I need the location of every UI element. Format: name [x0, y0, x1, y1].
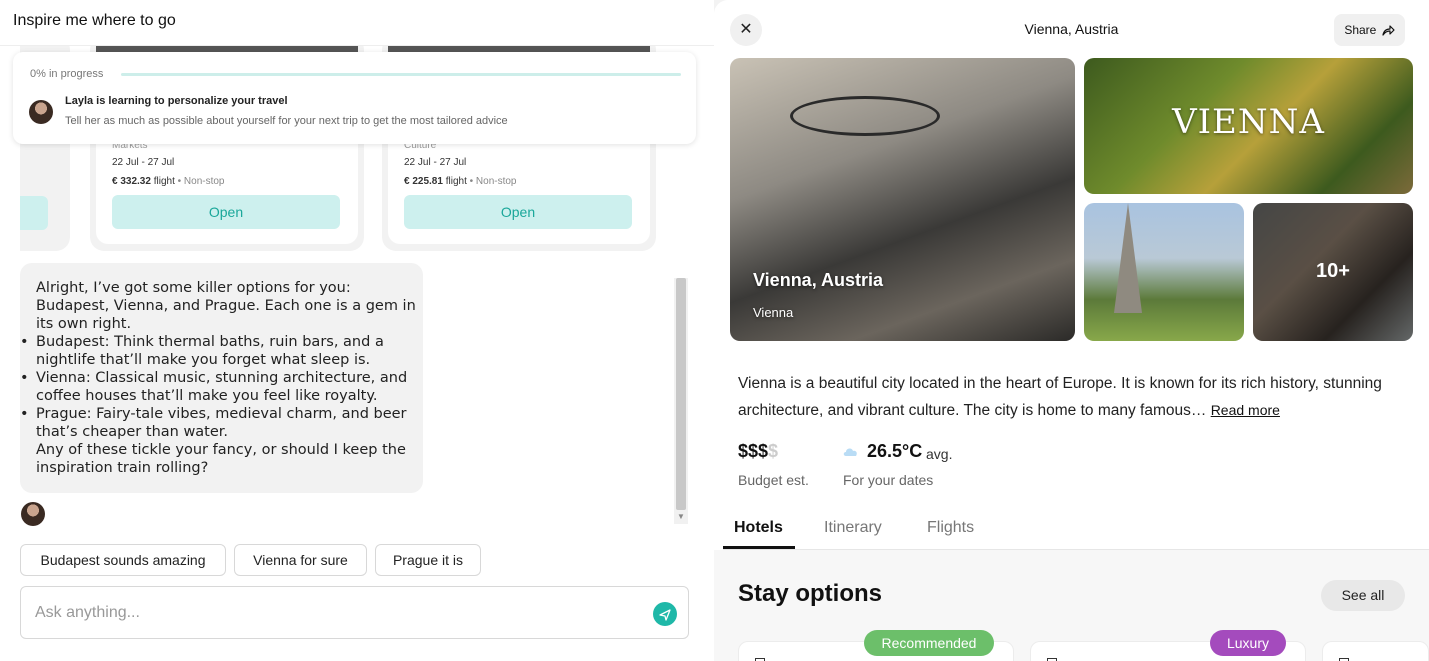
send-button[interactable]	[653, 602, 677, 626]
list-item: Prague: Fairy-tale vibes, medieval charm…	[20, 405, 416, 441]
list-item: Budapest: Think thermal baths, ruin bars…	[20, 333, 416, 369]
gallery-photo[interactable]: VIENNA	[1084, 58, 1413, 194]
assistant-message: Alright, I’ve got some killer options fo…	[20, 263, 423, 493]
more-photos-tile[interactable]: 10+	[1253, 203, 1413, 341]
tab-itinerary[interactable]: Itinerary	[824, 519, 882, 537]
hero-subtitle: Vienna	[753, 305, 794, 320]
suggestion-chip-vienna[interactable]: Vienna for sure	[234, 544, 367, 576]
message-list: Budapest: Think thermal baths, ruin bars…	[20, 333, 416, 441]
suggestion-chip-budapest[interactable]: Budapest sounds amazing	[20, 544, 226, 576]
open-button[interactable]: Open	[404, 195, 632, 229]
card-dates: 22 Jul - 27 Jul	[404, 157, 467, 168]
stay-options-title: Stay options	[738, 580, 883, 607]
send-icon	[659, 609, 671, 621]
temperature-unit: avg.	[926, 446, 953, 462]
chat-scrollbar[interactable]: ▼	[674, 278, 688, 524]
scrollbar-thumb[interactable]	[676, 278, 686, 510]
tab-flights[interactable]: Flights	[927, 519, 974, 537]
gallery-photo[interactable]	[1084, 203, 1244, 341]
detail-tabs: Hotels Itinerary Flights	[723, 506, 1429, 550]
message-intro: Alright, I’ve got some killer options fo…	[36, 280, 416, 332]
panel-title: Vienna, Austria	[1024, 21, 1119, 37]
tab-hotels[interactable]: Hotels	[734, 519, 783, 537]
badge-luxury: Luxury	[1210, 630, 1286, 656]
more-photos-count: 10+	[1316, 260, 1350, 282]
hero-photo[interactable]: Vienna, Austria Vienna	[730, 58, 1075, 341]
destination-detail-panel: Vienna, Austria ✕ Share Vienna, Austria …	[714, 0, 1429, 661]
destination-description: Vienna is a beautiful city located in th…	[738, 375, 1382, 419]
page-title: Inspire me where to go	[13, 12, 176, 29]
progress-title: Layla is learning to personalize your tr…	[65, 95, 288, 107]
budget-value: $$$$	[738, 441, 779, 461]
card-dates: 22 Jul - 27 Jul	[112, 157, 175, 168]
read-more-link[interactable]: Read more	[1211, 402, 1280, 418]
personalization-progress-card: 0% in progress Layla is learning to pers…	[13, 52, 696, 144]
ask-input[interactable]	[35, 601, 635, 625]
budget-label: Budget est.	[738, 472, 809, 488]
progress-bar	[121, 73, 681, 76]
cloud-icon	[843, 448, 857, 456]
temperature-value: 26.5°C	[867, 441, 923, 461]
card-price: € 332.32 flight • Non-stop	[112, 176, 225, 187]
message-outro: Any of these tickle your fancy, or shoul…	[36, 442, 406, 476]
badge-recommended: Recommended	[864, 630, 994, 656]
close-icon: ✕	[739, 21, 753, 38]
layla-avatar	[29, 100, 53, 124]
chat-panel: Markets 22 Jul - 27 Jul € 332.32 flight …	[0, 0, 714, 661]
suggestion-chip-prague[interactable]: Prague it is	[375, 544, 481, 576]
hero-title: Vienna, Austria	[753, 270, 884, 290]
share-button[interactable]: Share	[1334, 14, 1405, 46]
assistant-avatar	[21, 502, 45, 526]
hotel-card[interactable]	[1322, 641, 1429, 661]
vienna-sign-text: VIENNA	[1172, 102, 1325, 142]
open-button-partial[interactable]	[20, 196, 48, 230]
list-item: Vienna: Classical music, stunning archit…	[20, 369, 416, 405]
close-button[interactable]: ✕	[730, 14, 762, 46]
chat-input-box[interactable]	[20, 586, 689, 639]
progress-subtitle: Tell her as much as possible about yours…	[65, 115, 508, 127]
see-all-button[interactable]: See all	[1321, 580, 1405, 611]
scroll-down-icon[interactable]: ▼	[677, 512, 685, 521]
chat-header: Inspire me where to go	[0, 0, 714, 46]
share-arrow-icon	[1382, 25, 1395, 36]
weather-label: For your dates	[843, 472, 934, 488]
active-tab-indicator	[723, 546, 795, 549]
progress-label: 0% in progress	[30, 68, 104, 80]
open-button[interactable]: Open	[112, 195, 340, 229]
card-price: € 225.81 flight • Non-stop	[404, 176, 517, 187]
